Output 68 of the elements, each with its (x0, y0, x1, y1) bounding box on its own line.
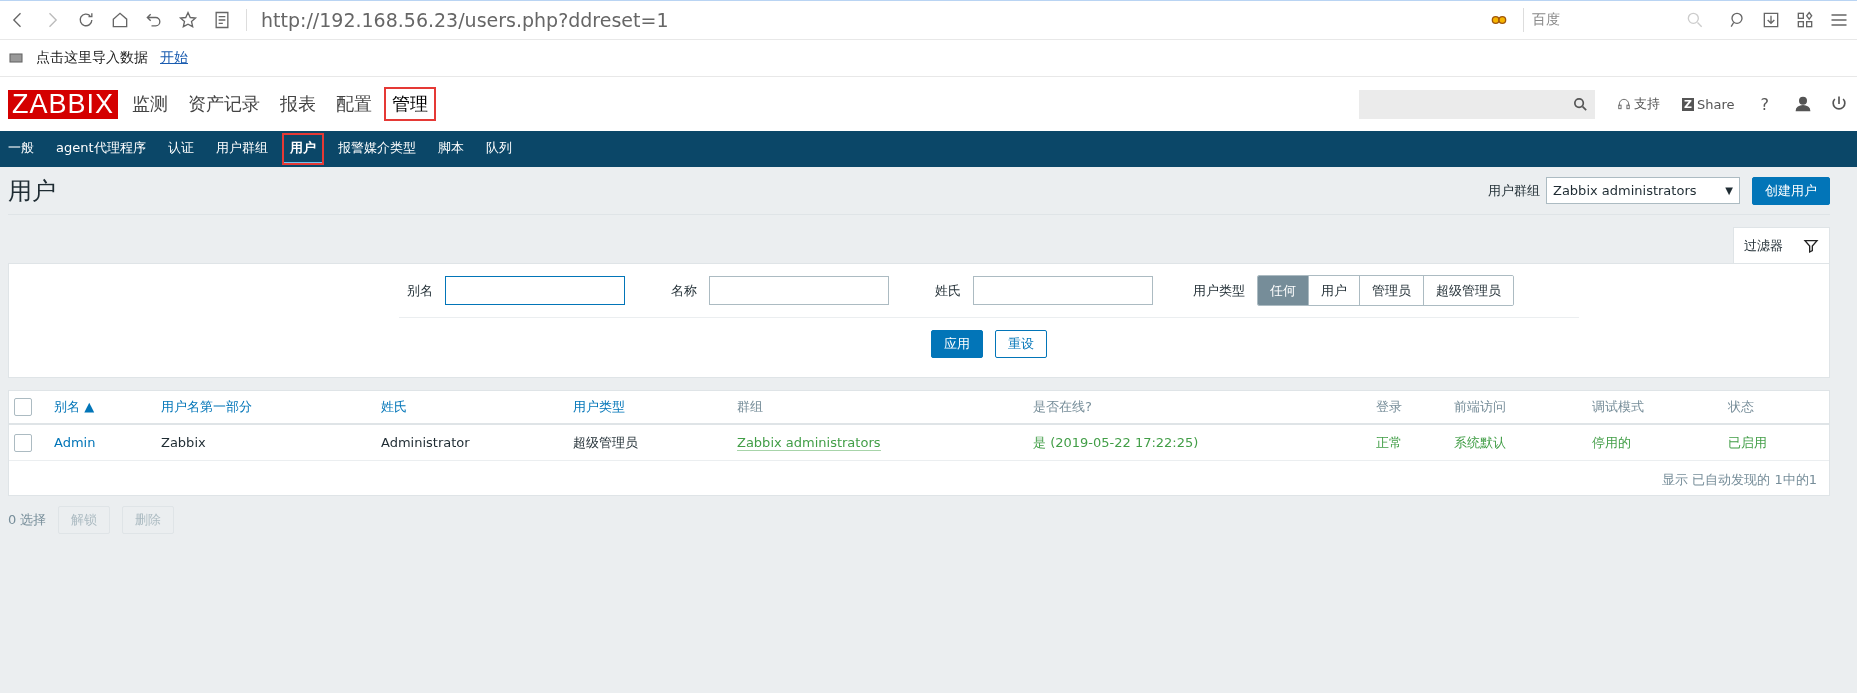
column-header[interactable]: 别名 ▲ (54, 398, 161, 416)
table-cell[interactable]: 系统默认 (1454, 433, 1506, 452)
address-bar[interactable]: http://192.168.56.23/users.php?ddreset=1 (246, 9, 1475, 31)
field-label: 名称 (670, 281, 697, 300)
apply-button[interactable]: 应用 (930, 330, 983, 358)
submenu-tab[interactable]: 队列 (477, 133, 520, 165)
home-icon[interactable] (110, 10, 130, 30)
table-cell[interactable]: 停用的 (1592, 433, 1631, 452)
submenu-tab[interactable]: 认证 (159, 133, 202, 165)
field-label: 用户类型 (1192, 281, 1245, 300)
table-summary: 显示 已自动发现的 1中的1 (1661, 471, 1818, 489)
filter-tab[interactable]: 过滤器 (1733, 227, 1830, 263)
menu-item[interactable]: 配置 (330, 89, 379, 119)
help-link[interactable]: ? (1760, 94, 1769, 114)
funnel-icon (1803, 237, 1819, 254)
group-label: 用户群组 (1488, 181, 1540, 200)
selected-count: 0 选择 (8, 511, 47, 529)
column-header[interactable]: 用户类型 (573, 398, 737, 416)
submenu-tab[interactable]: 用户群组 (207, 133, 276, 165)
table-link[interactable]: Zabbix administrators (737, 434, 881, 451)
header-search-field[interactable] (1359, 89, 1595, 119)
star-icon[interactable] (178, 10, 198, 30)
start-link[interactable]: 开始 (160, 49, 188, 67)
row-checkbox[interactable] (14, 433, 32, 452)
table-link[interactable]: Admin (54, 435, 96, 450)
table-cell[interactable]: 正常 (1376, 433, 1402, 452)
submenu-tab[interactable]: 报警媒介类型 (329, 133, 424, 165)
column-title: 前端访问 (1454, 398, 1507, 416)
column-title: 调试模式 (1592, 398, 1645, 416)
page-title: 用户 (8, 175, 56, 207)
bookmark-text: 点击这里导入数据 (36, 49, 148, 67)
input-field[interactable] (708, 276, 889, 305)
create-user-button[interactable]: 创建用户 (1752, 176, 1830, 205)
column-title: 是否在线? (1033, 398, 1093, 416)
menu-item[interactable]: 管理 (386, 89, 435, 119)
column-title: 群组 (737, 398, 764, 416)
table-cell: 超级管理员 (573, 433, 638, 452)
column-title: 登录 (1376, 398, 1403, 416)
user-icon[interactable] (1793, 94, 1813, 114)
share-link[interactable]: Z Share (1682, 96, 1735, 112)
user-type-option[interactable]: 超级管理员 (1422, 276, 1513, 305)
column-header[interactable]: 姓氏 (381, 398, 573, 416)
menu-item[interactable]: 监测 (126, 89, 175, 119)
select-all-checkbox[interactable] (14, 398, 32, 416)
column-header[interactable]: 用户名第一部分 (161, 398, 381, 416)
browser-search-field[interactable]: 百度 (1523, 8, 1713, 32)
submenu-tab[interactable]: agent代理程序 (48, 133, 154, 165)
table-cell[interactable]: 已启用 (1728, 433, 1767, 452)
field-label: 别名 (406, 281, 433, 300)
submenu-tab[interactable]: 脚本 (429, 133, 472, 165)
column-title: 状态 (1728, 398, 1755, 416)
download-icon[interactable] (1761, 10, 1781, 30)
headset-icon (1617, 97, 1631, 111)
apps-icon[interactable] (1795, 10, 1815, 30)
table-cell: Zabbix (161, 435, 206, 450)
search-icon (1572, 95, 1589, 113)
input-field[interactable] (444, 276, 625, 305)
logo[interactable]: ZABBIX (8, 89, 119, 119)
table-cell: Administrator (381, 435, 470, 450)
reset-button[interactable]: 重设 (994, 330, 1047, 358)
support-link[interactable]: 支持 (1617, 95, 1660, 113)
menu-item[interactable]: 资产记录 (182, 89, 267, 119)
group-select[interactable]: Zabbix administrators ▼ (1546, 177, 1740, 204)
submenu-tab[interactable]: 一般 (0, 133, 42, 165)
search-icon (1685, 10, 1705, 30)
input-field[interactable] (972, 276, 1153, 305)
field-label: 姓氏 (934, 281, 961, 300)
menu-item[interactable]: 报表 (274, 89, 323, 119)
